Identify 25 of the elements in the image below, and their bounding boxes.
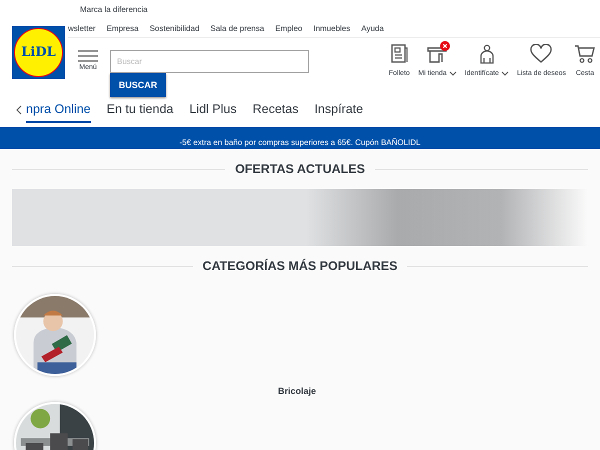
section-heading: CATEGORÍAS MÁS POPULARES (202, 259, 398, 273)
logo-text: LiDL (21, 45, 56, 60)
section-heading: OFERTAS ACTUALES (235, 162, 365, 176)
nav-tab[interactable]: npra Online (26, 97, 91, 123)
top-link[interactable]: Ayuda (361, 24, 384, 32)
nav-tab[interactable]: Inspírate (314, 97, 364, 123)
chevron-left-icon (16, 105, 22, 115)
heart-icon (530, 44, 552, 64)
top-link[interactable]: Sala de prensa (210, 24, 264, 32)
menu-icon (78, 50, 98, 62)
nav-tab[interactable]: En tu tienda (106, 97, 174, 123)
top-link[interactable]: Empleo (275, 24, 302, 32)
lidl-logo[interactable]: LiDL (12, 26, 65, 79)
search-button[interactable]: BUSCAR (110, 73, 166, 97)
top-link[interactable]: wsletter (68, 24, 96, 32)
nav-tab[interactable]: Recetas (252, 97, 298, 123)
tagline: Marca la diferencia (80, 4, 148, 14)
promo-banner-text[interactable]: -5€ extra en baño por compras superiores a 65€. Cupón BAÑOLIDL (179, 138, 421, 147)
nav-tab[interactable]: Lidl Plus (189, 97, 237, 123)
category-label[interactable]: Bricolaje (278, 386, 322, 396)
search-field[interactable]: Buscar (110, 50, 309, 73)
top-link[interactable]: Inmuebles (313, 24, 350, 32)
cart-icon (574, 44, 596, 64)
top-link[interactable]: Empresa (106, 24, 139, 32)
top-link[interactable]: Sostenibilidad (150, 24, 200, 32)
